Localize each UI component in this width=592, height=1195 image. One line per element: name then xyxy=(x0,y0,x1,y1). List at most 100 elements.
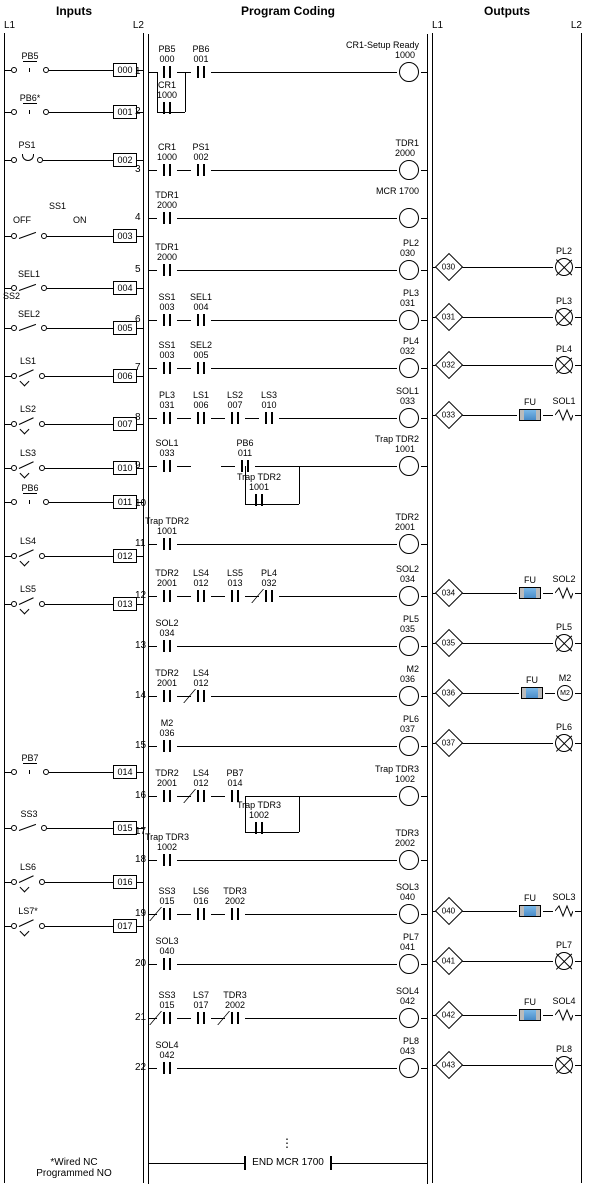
limit-switch-icon: LS1 xyxy=(19,370,37,382)
output-rung: 031PL3 xyxy=(433,307,581,327)
output-rung: 043PL8 xyxy=(433,1055,581,1075)
output-addr: 031 xyxy=(442,312,455,321)
no-contact: SS1003 xyxy=(159,362,175,374)
rung-number: 21 xyxy=(135,1012,146,1023)
program-rung: SS3015LS7017TDR32002SOL4042 xyxy=(149,1008,427,1028)
fuse-label: FU xyxy=(524,893,536,903)
terminal-icon xyxy=(11,825,17,831)
output-address-diamond: 043 xyxy=(439,1055,459,1075)
pilot-lamp-icon: PL4 xyxy=(555,356,573,374)
terminal-icon xyxy=(11,769,17,775)
terminal-icon xyxy=(11,109,17,115)
input-address: 004 xyxy=(113,281,137,295)
contact-addr: 012 xyxy=(193,678,208,688)
output-address-diamond: 037 xyxy=(439,733,459,753)
input-label: LS2 xyxy=(20,404,36,414)
contact-label: PL4 xyxy=(261,568,277,578)
no-contact: TDR22001 xyxy=(159,690,175,702)
terminal-icon xyxy=(11,499,17,505)
contact-addr: 016 xyxy=(193,896,208,906)
rung-number: 7 xyxy=(135,362,141,373)
output-addr: 040 xyxy=(442,906,455,915)
coil-addr: 037 xyxy=(400,724,415,734)
fuse-icon: FU xyxy=(519,587,541,599)
coil-label: PL7 xyxy=(339,932,419,942)
no-contact: CR11000 xyxy=(159,164,175,176)
input-rung: PS1002 xyxy=(5,153,143,167)
program-header: Program Coding xyxy=(148,4,428,18)
no-contact: LS7017 xyxy=(193,1012,209,1024)
input-address: 005 xyxy=(113,321,137,335)
motor-icon: M2M2 xyxy=(557,685,573,701)
selector-switch-icon: SEL1 xyxy=(19,283,39,293)
ss1-on: ON xyxy=(73,215,87,225)
program-rung: CR11000PS1002TDR12000 xyxy=(149,160,427,180)
fuse-icon: FU xyxy=(521,687,543,699)
contact-label: PB5 xyxy=(158,44,175,54)
contact-label: TDR2 xyxy=(155,768,179,778)
input-rung: SS3015 xyxy=(5,821,143,835)
program-ladder: END MCR 1700 ⋮ 1PB5000PB6001CR1-Setup Re… xyxy=(148,34,428,1184)
coil-addr: 1002 xyxy=(395,774,415,784)
no-contact: LS3010 xyxy=(261,412,277,424)
fuse-label: FU xyxy=(524,997,536,1007)
contact-addr: 1000 xyxy=(157,152,177,162)
program-rung: SS1003SEL2005PL4032 xyxy=(149,358,427,378)
coil-label: TDR2 xyxy=(339,512,419,522)
pushbutton-icon: PB7 xyxy=(19,767,41,777)
program-rung: SOL1033PB6011Trap TDR21001 xyxy=(149,456,427,476)
output-rung: 037PL6 xyxy=(433,733,581,753)
contact-label: CR1 xyxy=(158,142,176,152)
no-contact: SOL3040 xyxy=(159,958,175,970)
coil-label: PL8 xyxy=(339,1036,419,1046)
no-contact: M2036 xyxy=(159,740,175,752)
contact-label: SS1 xyxy=(158,292,175,302)
contact-addr: 015 xyxy=(159,896,174,906)
outputs-column: Outputs L1 L2 030PL2031PL3032PL4033FUSOL… xyxy=(432,4,582,1184)
coil-label: TDR1 xyxy=(339,138,419,148)
coil: MCR 1700 xyxy=(399,208,419,228)
contact-label: TDR2 xyxy=(155,568,179,578)
program-rung: SS1003SEL1004PL3031 xyxy=(149,310,427,330)
rung-number: 6 xyxy=(135,314,141,325)
contact-label: SOL3 xyxy=(155,936,178,946)
pressure-switch-icon: PS1 xyxy=(19,154,35,166)
contact-addr: 005 xyxy=(193,350,208,360)
rung-number: 5 xyxy=(135,264,141,275)
coil: M2036 xyxy=(399,686,419,706)
rung-number: 4 xyxy=(135,212,141,223)
coil: SOL3040 xyxy=(399,904,419,924)
contact-label: TDR3 xyxy=(223,886,247,896)
no-contact: TDR32002 xyxy=(227,908,243,920)
output-addr: 033 xyxy=(442,410,455,419)
contact-addr: 2001 xyxy=(157,678,177,688)
contact-addr: 000 xyxy=(159,54,174,64)
rung-number: 8 xyxy=(135,412,141,423)
program-rung: SS3015LS6016TDR32002SOL3040 xyxy=(149,904,427,924)
contact-label: LS6 xyxy=(193,886,209,896)
ss1-off: OFF xyxy=(13,215,31,225)
outputs-ladder: 030PL2031PL3032PL4033FUSOL1034FUSOL2035P… xyxy=(432,33,582,1183)
output-rung: 035PL5 xyxy=(433,633,581,653)
contact-addr: 011 xyxy=(238,448,252,458)
coil-label: SOL1 xyxy=(339,386,419,396)
contact-addr: 2002 xyxy=(225,896,245,906)
coil-addr: 032 xyxy=(400,346,415,356)
coil: PL7041 xyxy=(399,954,419,974)
output-label: PL3 xyxy=(556,296,572,306)
input-label: LS7* xyxy=(18,906,38,916)
terminal-icon xyxy=(11,373,17,379)
input-address: 000 xyxy=(113,63,137,77)
output-addr: 041 xyxy=(442,956,455,965)
pilot-lamp-icon: PL5 xyxy=(555,634,573,652)
contact-addr: 042 xyxy=(159,1050,174,1060)
input-label: LS5 xyxy=(20,584,36,594)
coil: TDR22001 xyxy=(399,534,419,554)
contact-label: TDR1 xyxy=(155,190,179,200)
output-label: PL8 xyxy=(556,1044,572,1054)
pilot-lamp-icon: PL7 xyxy=(555,952,573,970)
nc-contact: LS4012 xyxy=(193,690,209,702)
output-address-diamond: 036 xyxy=(439,683,459,703)
no-contact: TDR22001 xyxy=(159,790,175,802)
output-rung: 036 FU M2M2 xyxy=(433,683,581,703)
